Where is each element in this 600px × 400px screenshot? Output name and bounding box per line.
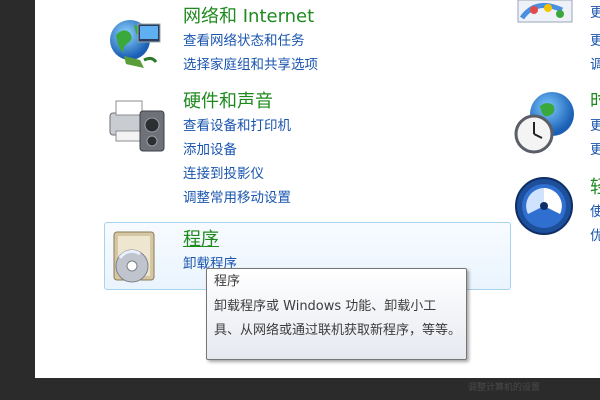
- appearance-link-2[interactable]: 更: [590, 34, 600, 49]
- link-view-network-status[interactable]: 查看网络状态和任务: [183, 34, 305, 49]
- tooltip-body: 卸载程序或 Windows 功能、卸载小工具、从网络或通过联机获取新程序，等等。: [214, 299, 462, 338]
- appearance-palette-icon[interactable]: [514, 0, 576, 28]
- clock-link-2[interactable]: 更: [590, 143, 600, 158]
- category-title-programs[interactable]: 程序: [183, 231, 219, 249]
- ease-link-1[interactable]: 使: [590, 205, 600, 220]
- link-add-device[interactable]: 添加设备: [183, 143, 237, 158]
- ease-of-access-icon[interactable]: [514, 176, 574, 236]
- tooltip-title: 程序: [214, 274, 241, 289]
- link-devices-printers[interactable]: 查看设备和打印机: [183, 119, 291, 134]
- programs-tooltip: 程序 卸载程序或 Windows 功能、卸载小工具、从网络或通过联机获取新程序，…: [206, 268, 467, 360]
- appearance-link-1[interactable]: 更: [590, 6, 600, 21]
- link-homegroup-sharing[interactable]: 选择家庭组和共享选项: [183, 58, 318, 73]
- category-title-ease[interactable]: 轻: [590, 179, 600, 197]
- clock-link-1[interactable]: 更: [590, 119, 600, 134]
- ease-link-2[interactable]: 优: [590, 229, 600, 244]
- network-globe-icon[interactable]: [106, 10, 164, 70]
- category-title-hardware[interactable]: 硬件和声音: [183, 93, 273, 111]
- printer-speaker-icon[interactable]: [106, 95, 168, 157]
- link-mobility-settings[interactable]: 调整常用移动设置: [183, 191, 291, 206]
- appearance-link-3[interactable]: 调: [590, 58, 600, 73]
- link-connect-projector[interactable]: 连接到投影仪: [183, 167, 264, 182]
- category-title-network[interactable]: 网络和 Internet: [183, 8, 314, 26]
- programs-disc-icon[interactable]: [108, 228, 164, 286]
- category-title-clock[interactable]: 时: [590, 93, 600, 111]
- footer-text: 调整计算机的设置: [468, 383, 541, 393]
- clock-globe-icon[interactable]: [512, 90, 578, 156]
